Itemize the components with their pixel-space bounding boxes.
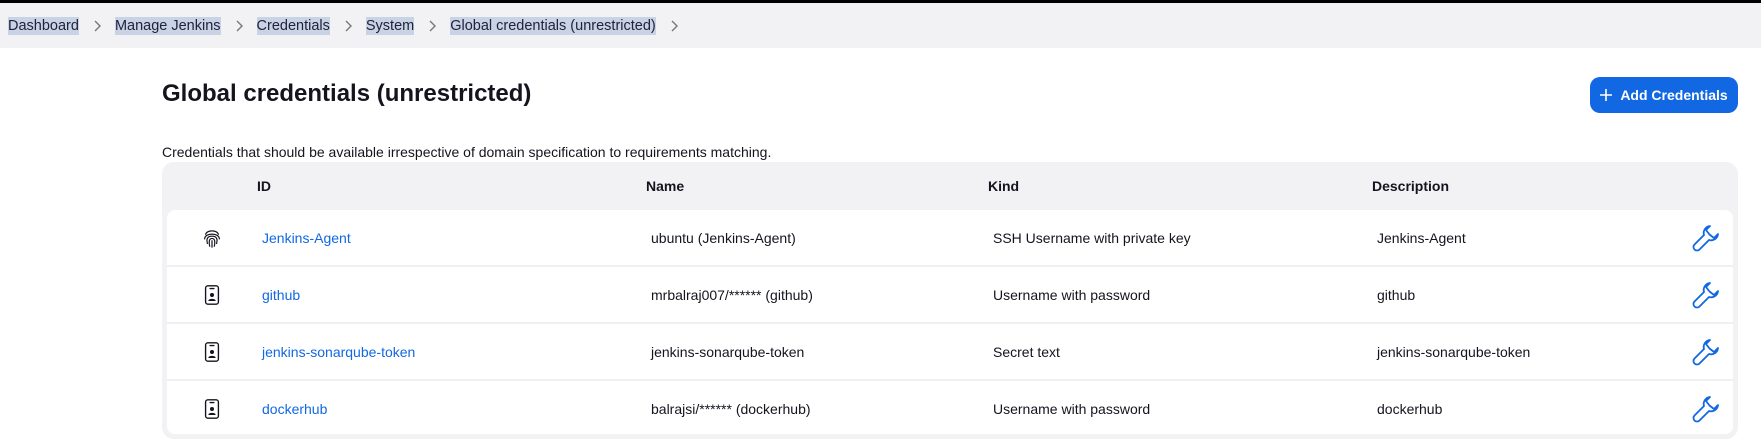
table-header: ID Name Kind Description: [162, 162, 1738, 210]
chevron-right-icon[interactable]: [221, 20, 257, 32]
credential-kind: Username with password: [993, 400, 1151, 417]
credential-description: Jenkins-Agent: [1377, 229, 1466, 246]
wrench-icon[interactable]: [1688, 324, 1724, 379]
credential-kind: SSH Username with private key: [993, 229, 1191, 246]
breadcrumb-manage-jenkins[interactable]: Manage Jenkins: [114, 16, 221, 35]
breadcrumb: Dashboard Manage Jenkins Credentials Sys…: [0, 3, 1761, 48]
credential-description: jenkins-sonarqube-token: [1377, 343, 1531, 360]
credential-id-link[interactable]: Jenkins-Agent: [262, 230, 351, 246]
page-description: Credentials that should be available irr…: [162, 144, 772, 160]
chevron-right-icon[interactable]: [414, 20, 450, 32]
column-header-id[interactable]: ID: [257, 178, 271, 194]
add-credentials-button[interactable]: Add Credentials: [1590, 77, 1738, 113]
credential-kind: Username with password: [993, 286, 1151, 303]
plus-icon: [1600, 89, 1613, 101]
breadcrumb-global-credentials[interactable]: Global credentials (unrestricted): [450, 16, 656, 35]
wrench-icon[interactable]: [1688, 381, 1724, 434]
page-title: Global credentials (unrestricted): [162, 80, 532, 107]
credential-kind: Secret text: [993, 343, 1060, 360]
credential-name: balrajsi/****** (dockerhub): [651, 400, 811, 417]
column-header-name[interactable]: Name: [646, 178, 684, 194]
wrench-icon[interactable]: [1688, 210, 1724, 265]
add-credentials-label: Add Credentials: [1620, 87, 1728, 103]
id-badge-icon: [197, 381, 227, 434]
credential-id-link[interactable]: github: [262, 287, 300, 303]
fingerprint-icon: [197, 210, 227, 265]
table-row: jenkins-sonarqube-token jenkins-sonarqub…: [167, 324, 1733, 381]
credential-name: ubuntu (Jenkins-Agent): [651, 229, 796, 246]
chevron-right-icon[interactable]: [330, 20, 366, 32]
table-body: Jenkins-Agent ubuntu (Jenkins-Agent) SSH…: [167, 210, 1733, 434]
credential-description: dockerhub: [1377, 400, 1443, 417]
credential-name: jenkins-sonarqube-token: [651, 343, 805, 360]
credential-description: github: [1377, 286, 1416, 303]
credential-id-link[interactable]: dockerhub: [262, 401, 327, 417]
id-badge-icon: [197, 324, 227, 379]
wrench-icon[interactable]: [1688, 267, 1724, 322]
column-header-description[interactable]: Description: [1372, 178, 1449, 194]
table-row: dockerhub balrajsi/****** (dockerhub) Us…: [167, 381, 1733, 434]
table-row: github mrbalraj007/****** (github) Usern…: [167, 267, 1733, 324]
breadcrumb-dashboard[interactable]: Dashboard: [8, 16, 79, 35]
breadcrumb-system[interactable]: System: [365, 16, 415, 35]
chevron-right-icon[interactable]: [656, 20, 692, 32]
chevron-right-icon[interactable]: [79, 20, 115, 32]
table-row: Jenkins-Agent ubuntu (Jenkins-Agent) SSH…: [167, 210, 1733, 267]
credential-name: mrbalraj007/****** (github): [651, 286, 813, 303]
breadcrumb-credentials[interactable]: Credentials: [256, 16, 330, 35]
credentials-table: ID Name Kind Description Jenkins-Agent u…: [162, 162, 1738, 439]
id-badge-icon: [197, 267, 227, 322]
column-header-kind[interactable]: Kind: [988, 178, 1019, 194]
credential-id-link[interactable]: jenkins-sonarqube-token: [262, 344, 415, 360]
